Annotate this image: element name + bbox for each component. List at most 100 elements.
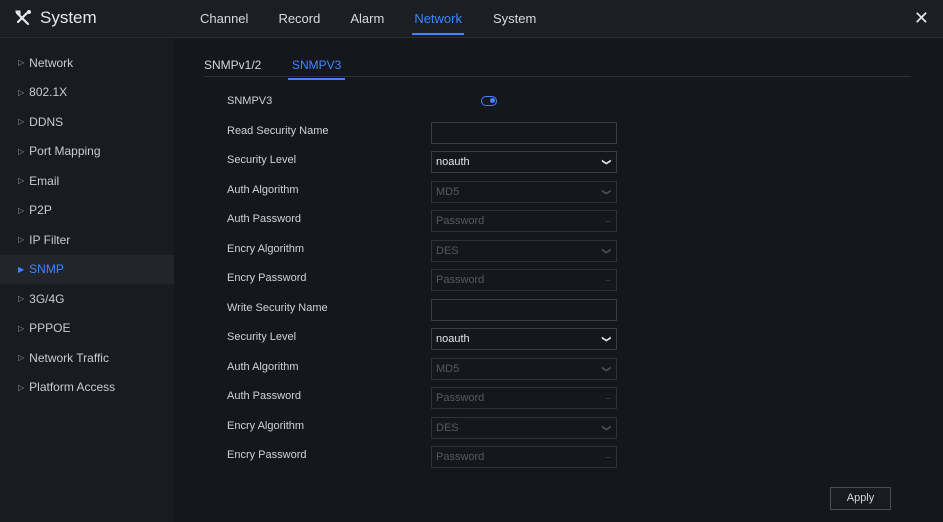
select-value: noauth xyxy=(436,333,470,345)
sidebar-item-8021x[interactable]: ▷ 802.1X xyxy=(0,78,174,108)
write-auth-algorithm-row: Auth Algorithm MD5 ❯ xyxy=(227,358,627,380)
read-encry-password-input: Password ⌣ xyxy=(431,269,617,291)
select-value: MD5 xyxy=(436,186,460,198)
caret-right-icon: ▷ xyxy=(18,294,25,304)
chevron-down-icon: ❯ xyxy=(602,365,613,373)
sidebar-item-network-traffic[interactable]: ▷ Network Traffic xyxy=(0,343,174,373)
write-auth-algorithm-label: Auth Algorithm xyxy=(227,361,299,373)
tab-record[interactable]: Record xyxy=(278,0,320,38)
snmpv3-toggle[interactable] xyxy=(481,96,497,106)
write-security-level-select[interactable]: noauth ❯ xyxy=(431,328,617,350)
sidebar-item-label: 802.1X xyxy=(29,85,68,100)
chevron-down-icon: ❯ xyxy=(602,158,613,166)
top-bar: System Channel Record Alarm Network Syst… xyxy=(0,0,943,38)
write-auth-password-label: Auth Password xyxy=(227,390,301,402)
sidebar-item-label: Network xyxy=(29,55,74,70)
select-value: MD5 xyxy=(436,363,460,375)
sidebar-item-platform-access[interactable]: ▷ Platform Access xyxy=(0,373,174,403)
sidebar-item-label: P2P xyxy=(29,203,52,218)
read-encry-algorithm-row: Encry Algorithm DES ❯ xyxy=(227,240,627,262)
read-security-name-input[interactable] xyxy=(431,122,617,144)
write-security-name-input[interactable] xyxy=(431,299,617,321)
sidebar-item-label: Platform Access xyxy=(29,380,116,395)
reveal-password-icon: ⌣ xyxy=(605,275,611,285)
snmpv3-row: SNMPV3 xyxy=(227,92,627,114)
select-value: DES xyxy=(436,245,459,257)
read-encry-algorithm-label: Encry Algorithm xyxy=(227,243,305,255)
tab-snmpv3[interactable]: SNMPV3 xyxy=(287,58,346,80)
caret-right-icon: ▷ xyxy=(18,323,25,333)
caret-right-icon: ▷ xyxy=(18,382,25,392)
sub-tabs: SNMPv1/2 SNMPV3 xyxy=(204,52,911,80)
write-encry-password-label: Encry Password xyxy=(227,449,307,461)
chevron-down-icon: ❯ xyxy=(602,424,613,432)
tab-snmpv12[interactable]: SNMPv1/2 xyxy=(204,58,261,72)
close-icon[interactable]: ✕ xyxy=(914,8,929,28)
password-placeholder: Password xyxy=(436,392,485,404)
read-auth-algorithm-label: Auth Algorithm xyxy=(227,184,299,196)
sidebar-item-email[interactable]: ▷ Email xyxy=(0,166,174,196)
sidebar-item-network[interactable]: ▷ Network xyxy=(0,48,174,78)
write-encry-algorithm-row: Encry Algorithm DES ❯ xyxy=(227,417,627,439)
caret-right-icon: ▷ xyxy=(18,176,25,186)
toggle-knob xyxy=(490,98,495,103)
write-security-level-row: Security Level noauth ❯ xyxy=(227,328,627,350)
write-encry-password-input: Password ⌣ xyxy=(431,446,617,468)
apply-button[interactable]: Apply xyxy=(830,487,891,510)
read-security-name-label: Read Security Name xyxy=(227,125,329,137)
password-placeholder: Password xyxy=(436,274,485,286)
sidebar-item-p2p[interactable]: ▷ P2P xyxy=(0,196,174,226)
sidebar-item-pppoe[interactable]: ▷ PPPOE xyxy=(0,314,174,344)
write-encry-algorithm-select: DES ❯ xyxy=(431,417,617,439)
chevron-down-icon: ❯ xyxy=(602,188,613,196)
main-nav: Channel Record Alarm Network System xyxy=(200,0,536,38)
write-encry-algorithm-label: Encry Algorithm xyxy=(227,420,305,432)
write-security-level-label: Security Level xyxy=(227,331,297,343)
reveal-password-icon: ⌣ xyxy=(605,452,611,462)
write-auth-password-row: Auth Password Password ⌣ xyxy=(227,387,627,409)
sidebar-item-label: Email xyxy=(29,173,60,188)
tab-alarm[interactable]: Alarm xyxy=(350,0,384,38)
sidebar-item-snmp[interactable]: ▶ SNMP xyxy=(0,254,174,284)
read-security-level-row: Security Level noauth ❯ xyxy=(227,151,627,173)
password-placeholder: Password xyxy=(436,451,485,463)
tab-channel[interactable]: Channel xyxy=(200,0,248,38)
chevron-down-icon: ❯ xyxy=(602,247,613,255)
write-auth-algorithm-select: MD5 ❯ xyxy=(431,358,617,380)
caret-right-icon: ▷ xyxy=(18,58,25,68)
read-encry-password-row: Encry Password Password ⌣ xyxy=(227,269,627,291)
sidebar-item-label: SNMP xyxy=(29,262,64,277)
caret-right-icon: ▷ xyxy=(18,87,25,97)
select-value: noauth xyxy=(436,156,470,168)
sidebar-item-ip-filter[interactable]: ▷ IP Filter xyxy=(0,225,174,255)
sidebar-item-label: IP Filter xyxy=(29,232,71,247)
read-security-name-row: Read Security Name xyxy=(227,122,627,144)
caret-right-icon: ▷ xyxy=(18,205,25,215)
app-title-text: System xyxy=(40,8,97,27)
tools-icon xyxy=(14,9,32,27)
sidebar-item-label: 3G/4G xyxy=(29,291,65,306)
read-auth-algorithm-select: MD5 ❯ xyxy=(431,181,617,203)
read-encry-algorithm-select: DES ❯ xyxy=(431,240,617,262)
sidebar-item-label: Port Mapping xyxy=(29,144,101,159)
sidebar-item-port-mapping[interactable]: ▷ Port Mapping xyxy=(0,137,174,167)
sidebar: ▷ Network ▷ 802.1X ▷ DDNS ▷ Port Mapping ▷ Em… xyxy=(0,38,174,522)
read-auth-password-input: Password ⌣ xyxy=(431,210,617,232)
read-auth-algorithm-row: Auth Algorithm MD5 ❯ xyxy=(227,181,627,203)
tab-system[interactable]: System xyxy=(493,0,536,38)
tab-network[interactable]: Network xyxy=(412,0,464,38)
reveal-password-icon: ⌣ xyxy=(605,393,611,403)
sidebar-item-ddns[interactable]: ▷ DDNS xyxy=(0,107,174,137)
write-security-name-row: Write Security Name xyxy=(227,299,627,321)
read-auth-password-label: Auth Password xyxy=(227,213,301,225)
sidebar-item-label: DDNS xyxy=(29,114,64,129)
sidebar-item-label: Network Traffic xyxy=(29,350,109,365)
sidebar-item-3g4g[interactable]: ▷ 3G/4G xyxy=(0,284,174,314)
caret-right-icon: ▷ xyxy=(18,146,25,156)
write-auth-password-input: Password ⌣ xyxy=(431,387,617,409)
read-security-level-select[interactable]: noauth ❯ xyxy=(431,151,617,173)
caret-right-icon: ▷ xyxy=(18,117,25,127)
select-value: DES xyxy=(436,422,459,434)
write-security-name-label: Write Security Name xyxy=(227,302,328,314)
sidebar-item-label: PPPOE xyxy=(29,321,71,336)
